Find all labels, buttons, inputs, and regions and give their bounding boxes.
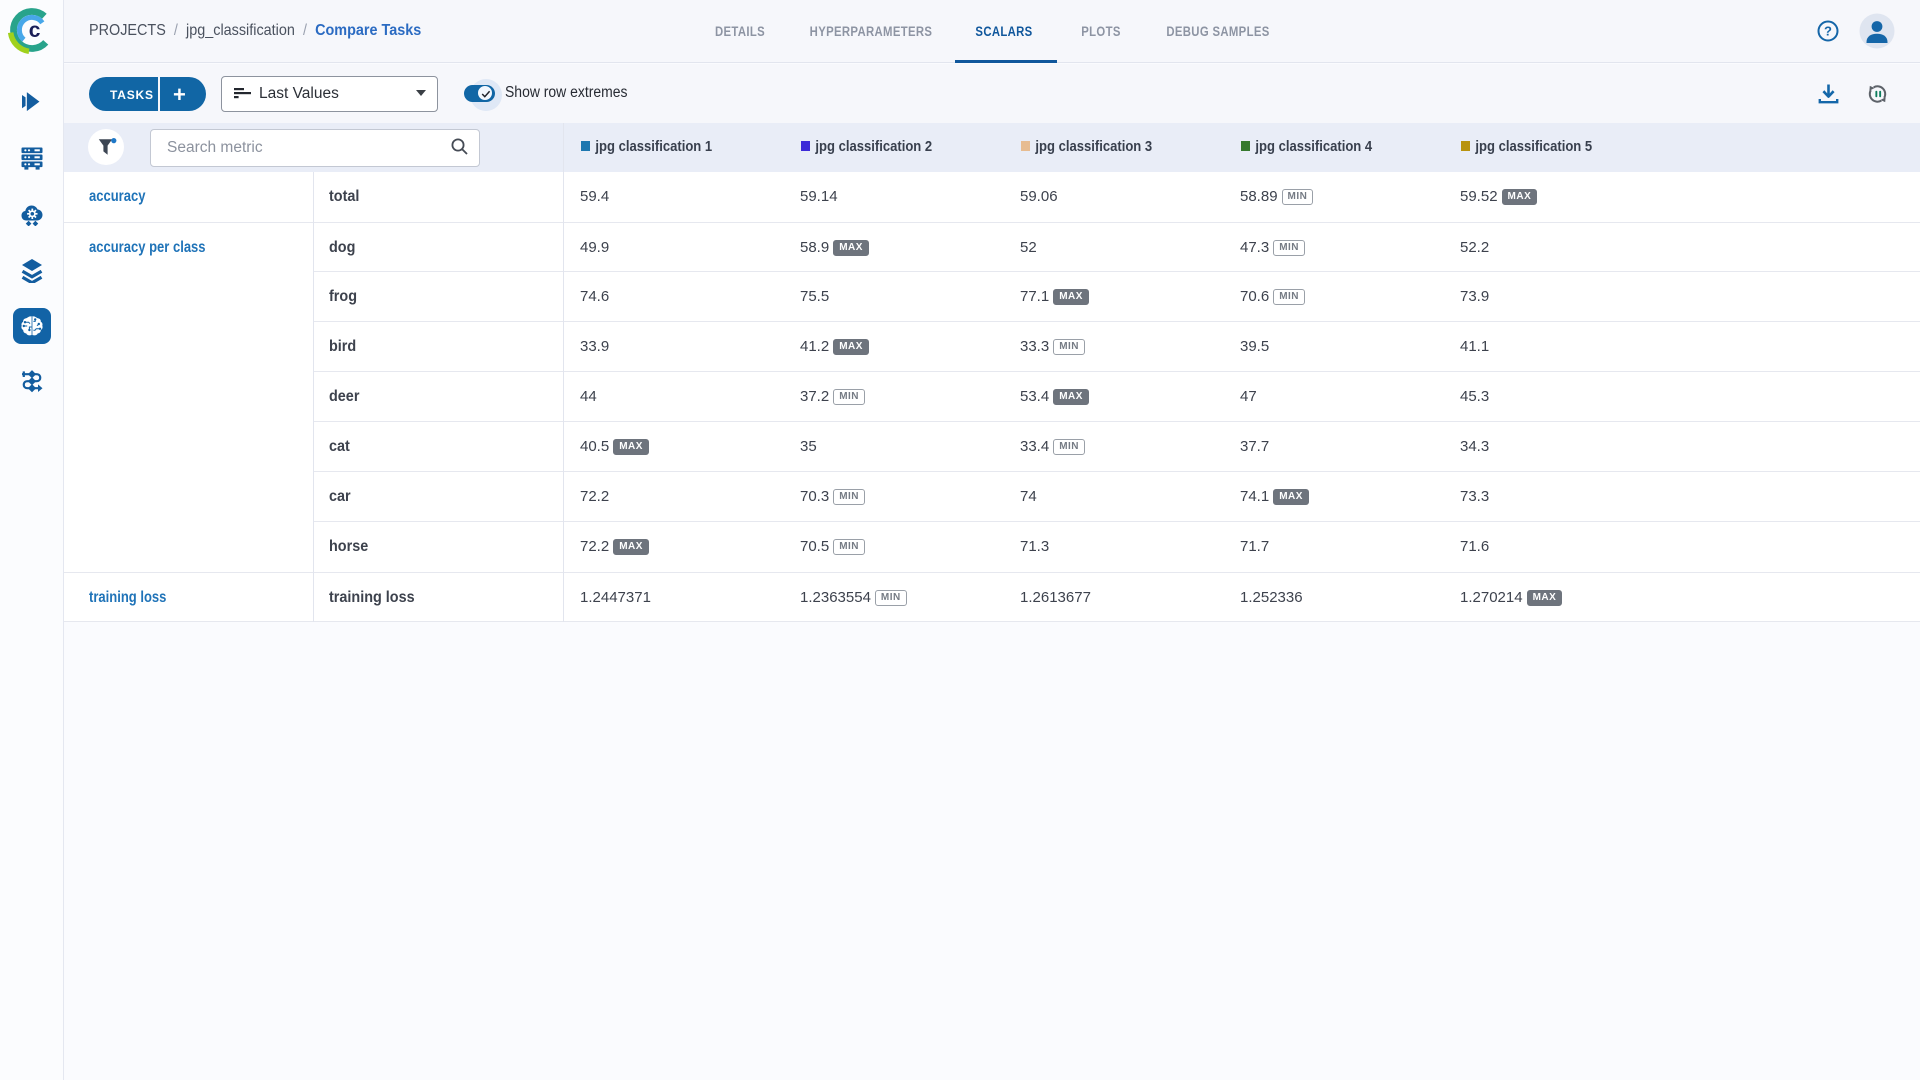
svg-text:?: ? bbox=[1824, 24, 1832, 39]
svg-text:c: c bbox=[29, 19, 41, 42]
